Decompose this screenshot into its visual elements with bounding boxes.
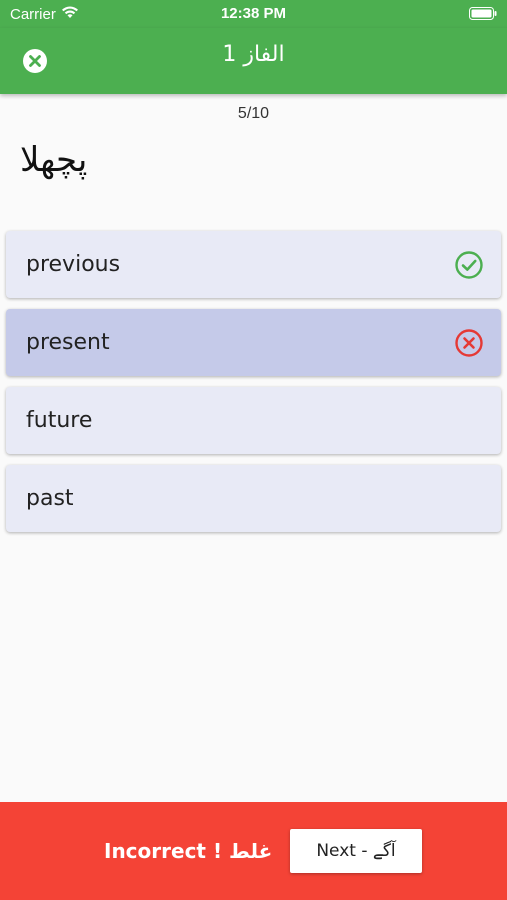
option-label: present — [26, 330, 110, 355]
x-circle-icon — [455, 329, 483, 357]
question-word: پچھلا — [20, 140, 88, 180]
next-button[interactable]: Next - آگے — [290, 829, 422, 873]
option-past[interactable]: past — [6, 465, 501, 532]
page-title: الفاز 1 — [222, 42, 285, 67]
option-label: past — [26, 486, 74, 511]
option-previous[interactable]: previous — [6, 231, 501, 298]
check-circle-icon — [455, 251, 483, 279]
status-time: 12:38 PM — [220, 5, 287, 22]
battery-icon — [469, 7, 497, 24]
app-bar: الفاز 1 — [0, 28, 507, 94]
result-message: Incorrect ! غلط — [104, 839, 273, 863]
progress-counter: 5/10 — [237, 105, 270, 122]
option-future[interactable]: future — [6, 387, 501, 454]
result-footer: Incorrect ! غلط Next - آگے — [0, 802, 507, 900]
status-bar: Carrier 12:38 PM — [0, 0, 507, 28]
option-present[interactable]: present — [6, 309, 501, 376]
option-label: previous — [26, 252, 121, 277]
option-label: future — [26, 408, 93, 433]
